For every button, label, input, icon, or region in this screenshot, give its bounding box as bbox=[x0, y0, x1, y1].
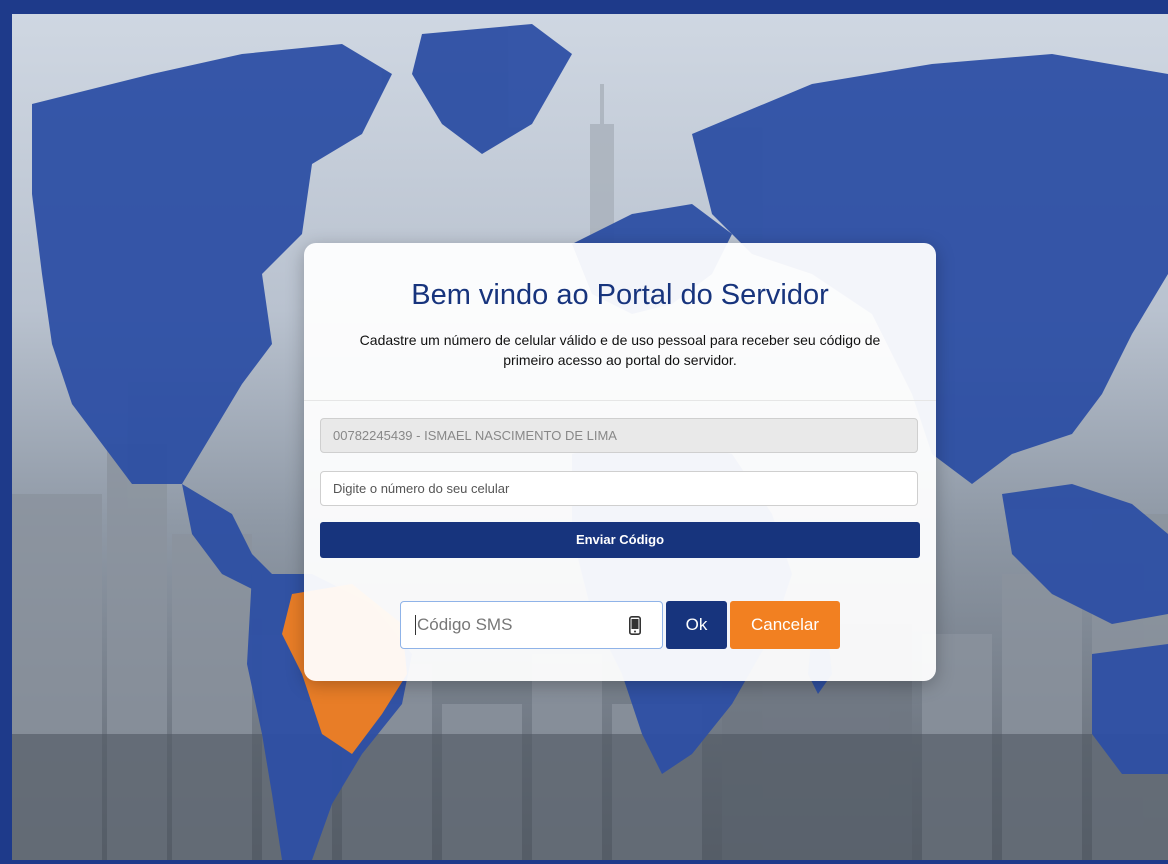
ok-button[interactable]: Ok bbox=[666, 601, 727, 649]
background-map: Bem vindo ao Portal do Servidor Cadastre… bbox=[12, 14, 1168, 860]
user-identity-field: 00782245439 - ISMAEL NASCIMENTO DE LIMA bbox=[320, 418, 918, 453]
welcome-card: Bem vindo ao Portal do Servidor Cadastre… bbox=[304, 243, 936, 681]
cancel-button[interactable]: Cancelar bbox=[730, 601, 840, 649]
sms-code-input[interactable]: Código SMS bbox=[400, 601, 663, 649]
subtitle-line-2: primeiro acesso ao portal do servidor. bbox=[503, 352, 737, 368]
phone-number-input[interactable]: Digite o número do seu celular bbox=[320, 471, 918, 506]
mobile-phone-icon bbox=[629, 616, 641, 635]
send-code-button[interactable]: Enviar Código bbox=[320, 522, 920, 558]
divider bbox=[304, 400, 936, 401]
page-title: Bem vindo ao Portal do Servidor bbox=[411, 279, 829, 311]
page-subtitle: Cadastre um número de celular válido e d… bbox=[324, 330, 916, 370]
text-caret bbox=[415, 615, 416, 635]
sms-code-placeholder: Código SMS bbox=[417, 615, 513, 634]
subtitle-line-1: Cadastre um número de celular válido e d… bbox=[359, 332, 881, 348]
page-frame: Bem vindo ao Portal do Servidor Cadastre… bbox=[0, 0, 1168, 864]
